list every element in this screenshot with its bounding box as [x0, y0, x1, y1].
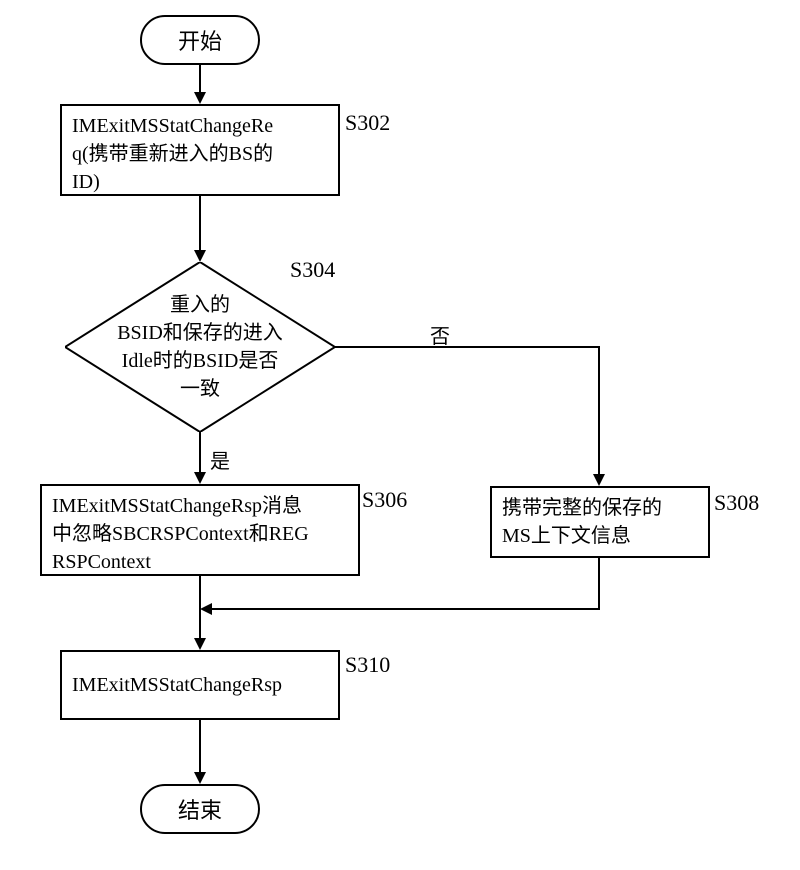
s308-line1: 携带完整的保存的	[502, 494, 698, 522]
arrow-s302-s304	[199, 196, 201, 252]
s302-text-line3: ID)	[72, 168, 328, 196]
s304-line4: 一致	[79, 375, 322, 403]
process-s302: IMExitMSStatChangeRe q(携带重新进入的BS的 ID)	[60, 104, 340, 196]
s304-line3: Idle时的BSID是否	[79, 347, 322, 375]
decision-s304: 重入的 BSID和保存的进入 Idle时的BSID是否 一致	[65, 262, 335, 432]
s308-step-label: S308	[714, 490, 759, 516]
arrow-s308-join-v	[598, 558, 600, 610]
s304-step-label: S304	[290, 257, 335, 283]
start-terminator: 开始	[140, 15, 260, 65]
start-label: 开始	[178, 24, 222, 56]
yes-label: 是	[210, 445, 230, 474]
arrow-head-s304-s306	[194, 472, 206, 484]
arrow-head-s310-end	[194, 772, 206, 784]
s302-text-line1: IMExitMSStatChangeRe	[72, 112, 328, 140]
end-terminator: 结束	[140, 784, 260, 834]
s310-step-label: S310	[345, 652, 390, 678]
arrow-start-s302	[199, 65, 201, 95]
s306-line3: RSPContext	[52, 548, 348, 576]
arrow-head-start-s302	[194, 92, 206, 104]
arrow-s308-join-h	[210, 608, 600, 610]
s310-line1: IMExitMSStatChangeRsp	[72, 671, 282, 699]
process-s308: 携带完整的保存的 MS上下文信息	[490, 486, 710, 558]
arrow-s304-s308-h	[335, 346, 600, 348]
arrow-head-s308-join	[200, 603, 212, 615]
no-label: 否	[430, 320, 450, 349]
s302-step-label: S302	[345, 110, 390, 136]
arrow-s304-s306	[199, 432, 201, 474]
s306-line1: IMExitMSStatChangeRsp消息	[52, 492, 348, 520]
diamond-text: 重入的 BSID和保存的进入 Idle时的BSID是否 一致	[79, 291, 322, 403]
s306-line2: 中忽略SBCRSPContext和REG	[52, 520, 348, 548]
s306-step-label: S306	[362, 487, 407, 513]
process-s306: IMExitMSStatChangeRsp消息 中忽略SBCRSPContext…	[40, 484, 360, 576]
arrow-s310-end	[199, 720, 201, 774]
s304-line1: 重入的	[79, 291, 322, 319]
process-s310: IMExitMSStatChangeRsp	[60, 650, 340, 720]
arrow-s304-s308-v	[598, 346, 600, 476]
arrow-head-s304-s308	[593, 474, 605, 486]
arrow-head-s306-s310	[194, 638, 206, 650]
s308-line2: MS上下文信息	[502, 522, 698, 550]
s302-text-line2: q(携带重新进入的BS的	[72, 140, 328, 168]
arrow-head-s302-s304	[194, 250, 206, 262]
s304-line2: BSID和保存的进入	[79, 319, 322, 347]
end-label: 结束	[178, 793, 222, 825]
